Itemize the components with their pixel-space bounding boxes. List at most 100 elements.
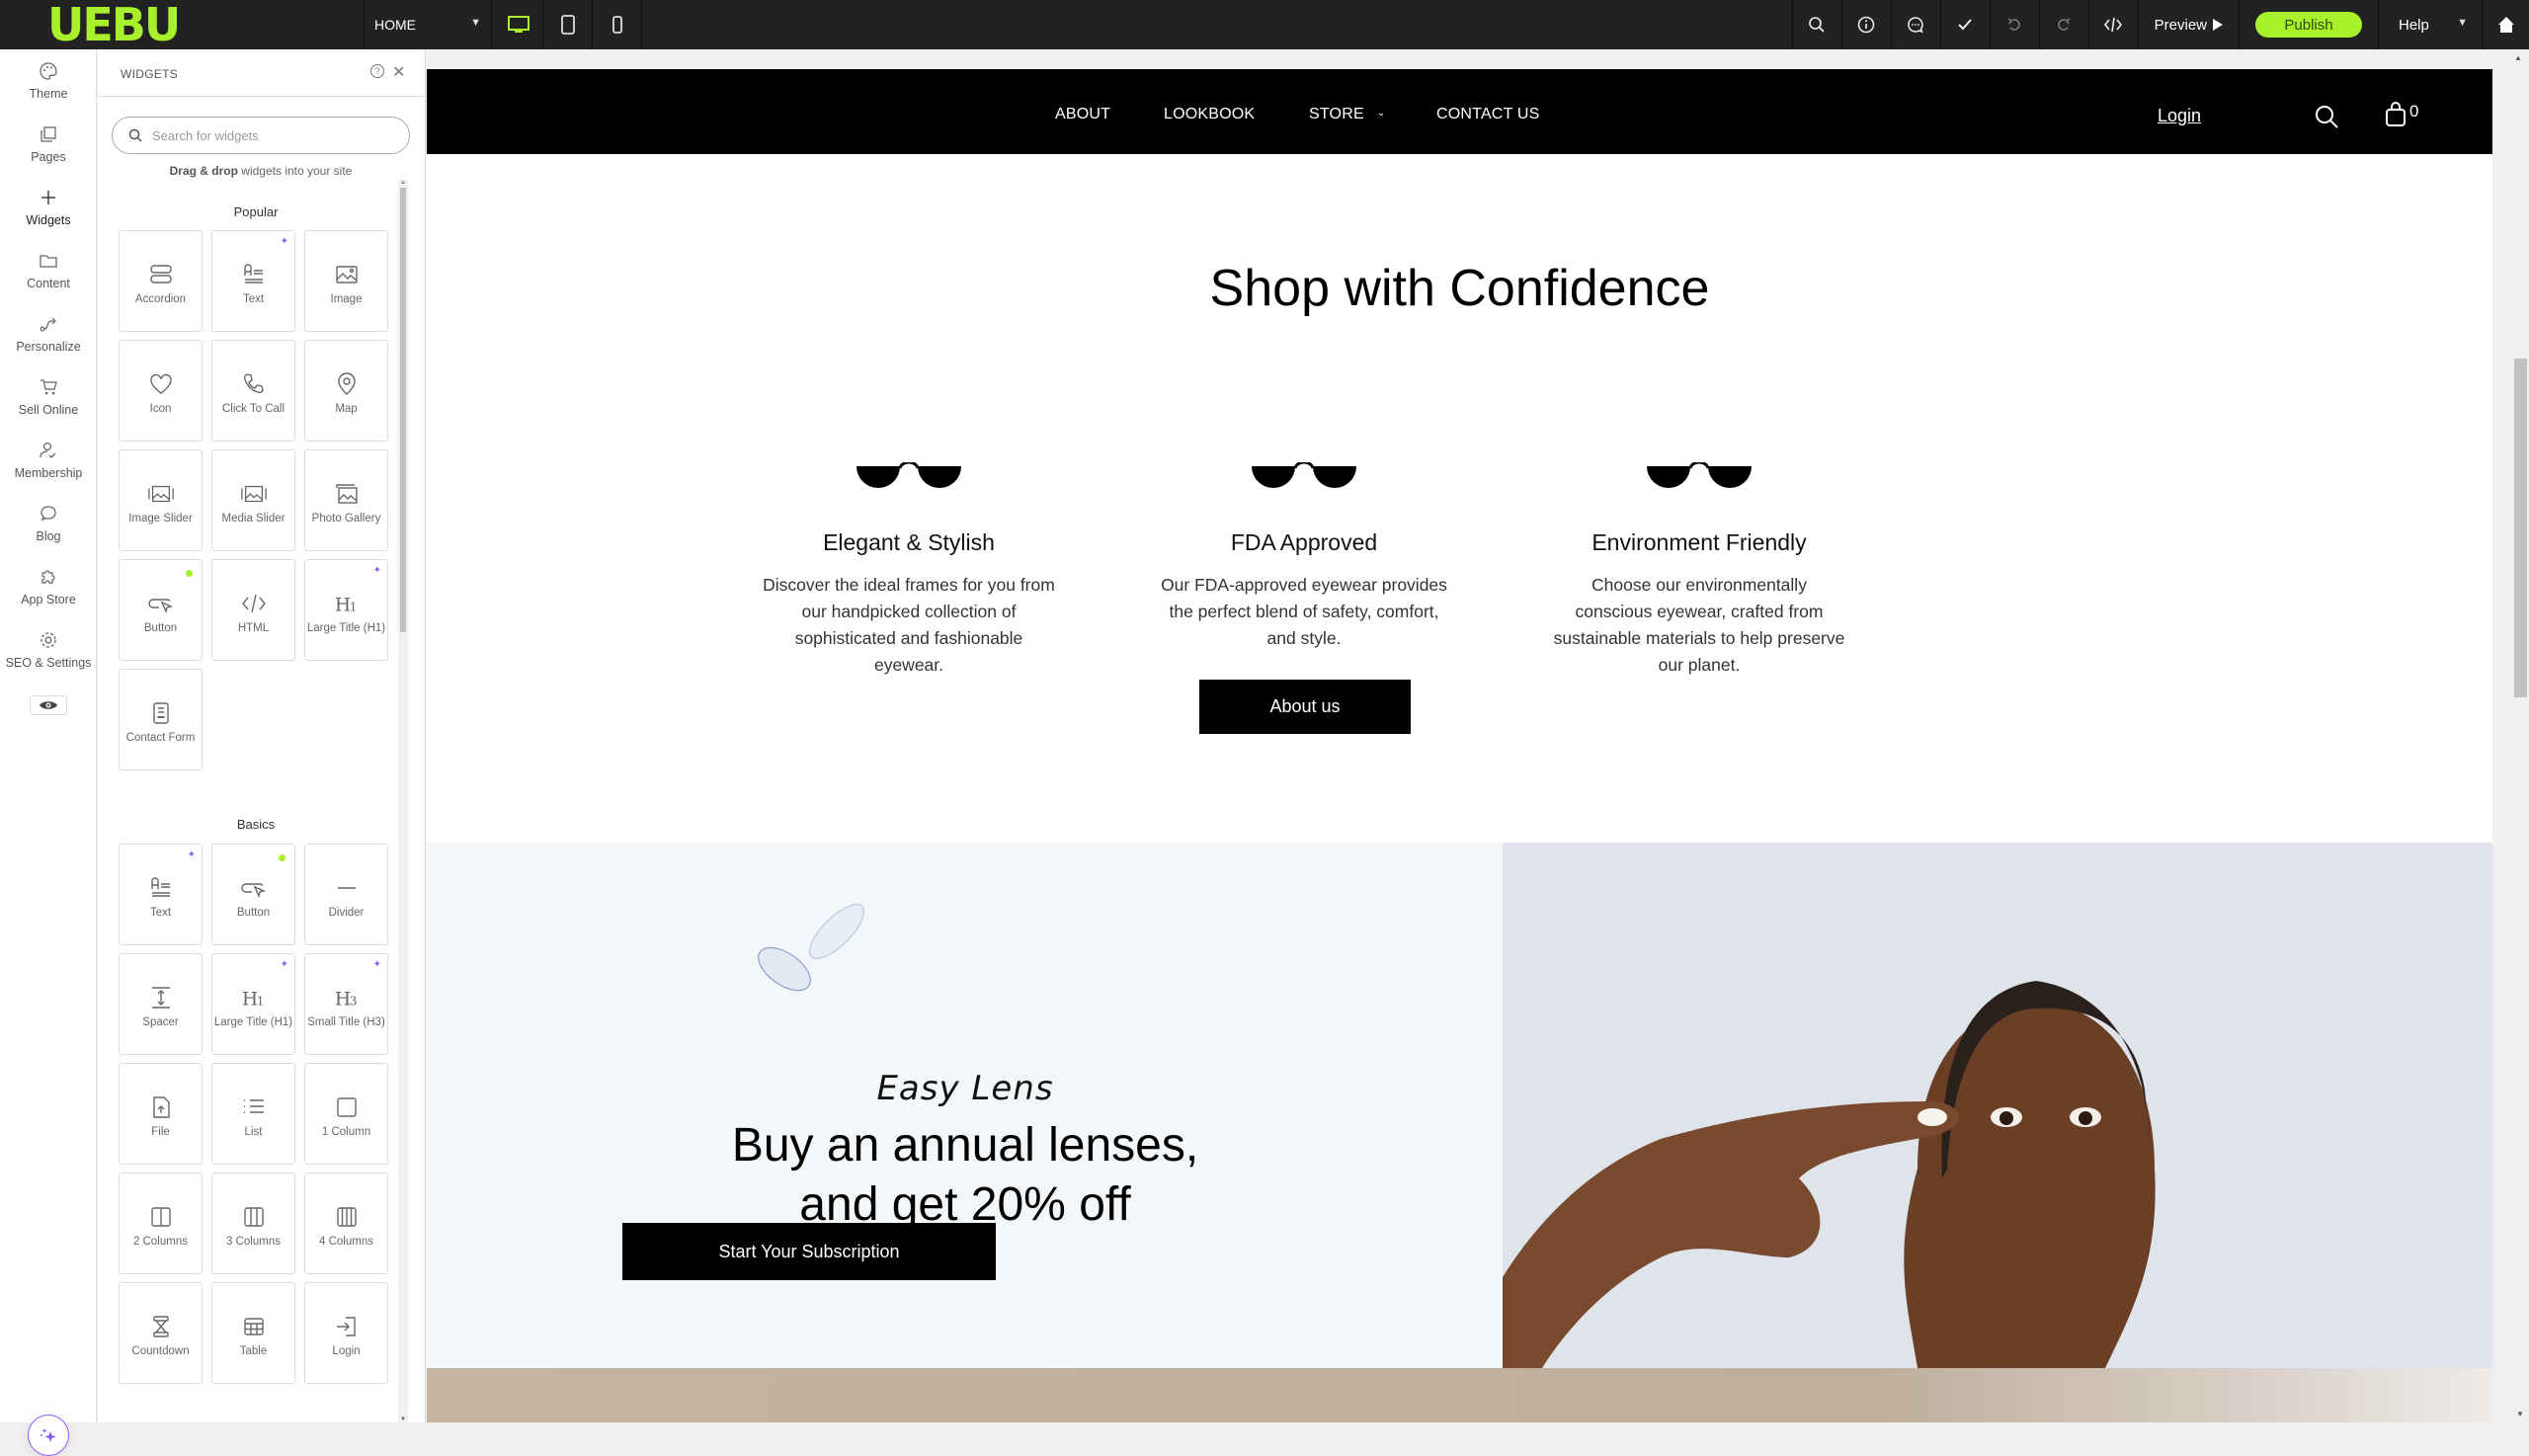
dashboard-home-button[interactable] [2482, 0, 2529, 49]
site-nav-contact[interactable]: CONTACT US [1436, 106, 1540, 123]
widget-tile-login[interactable]: Login [304, 1282, 388, 1384]
page-selector[interactable]: HOME ▼ [364, 0, 492, 49]
comments-button[interactable] [1890, 0, 1940, 49]
widget-tile-photo-gallery[interactable]: Photo Gallery [304, 449, 388, 551]
canvas-scrollbar[interactable]: ▲ ▼ [2492, 49, 2529, 1422]
desktop-view-button[interactable] [494, 0, 543, 49]
widget-label: Countdown [131, 1345, 190, 1357]
widget-tile-table[interactable]: Table [211, 1282, 295, 1384]
widget-tile-countdown[interactable]: Countdown [119, 1282, 203, 1384]
close-icon[interactable]: ✕ [392, 62, 405, 82]
widget-search-input[interactable] [152, 127, 389, 143]
widget-tile-divider[interactable]: Divider [304, 844, 388, 945]
widget-tile-list[interactable]: List [211, 1063, 295, 1165]
site-login-link[interactable]: Login [2158, 106, 2201, 126]
code-button[interactable] [2087, 0, 2138, 49]
widget-label: Table [239, 1345, 268, 1357]
widget-tile-1-column[interactable]: 1 Column [304, 1063, 388, 1165]
widget-tile-media-slider[interactable]: Media Slider [211, 449, 295, 551]
sparkles-icon [41, 1428, 56, 1442]
widget-tile-large-title-h1[interactable]: H 1 Large Title (H1) ✦ [211, 953, 295, 1055]
uebu-logo[interactable]: UEBU [47, 2, 181, 47]
widget-tile-text[interactable]: Text ✦ [119, 844, 203, 945]
hidden-elements-toggle[interactable] [30, 695, 67, 715]
widgets-panel: WIDGETS ? ✕ Drag & drop widgets into you… [98, 49, 426, 1422]
scrollbar-thumb[interactable] [400, 188, 406, 632]
widget-tile-button[interactable]: Button [119, 559, 203, 661]
widget-label: Image [330, 293, 363, 305]
widget-label: Accordion [134, 293, 187, 305]
cart-icon [41, 379, 57, 395]
help-menu[interactable]: Help ▼ [2378, 0, 2482, 49]
widget-label: Icon [149, 403, 172, 415]
site-search-button[interactable] [2314, 104, 2339, 134]
start-subscription-button[interactable]: Start Your Subscription [622, 1223, 996, 1280]
nav-item-blog[interactable]: Blog [0, 504, 97, 543]
nav-item-sell-online[interactable]: Sell Online [0, 377, 97, 417]
widget-tile-3-columns[interactable]: 3 Columns [211, 1173, 295, 1274]
widget-tile-image[interactable]: Image [304, 230, 388, 332]
widgets-scrollbar[interactable]: ▲ ▼ [398, 180, 408, 1422]
sunglasses-icon [1252, 462, 1356, 488]
nav-item-app-store[interactable]: App Store [0, 567, 97, 607]
widget-tile-icon[interactable]: Icon [119, 340, 203, 442]
button-cursor-icon [240, 874, 268, 902]
help-icon[interactable]: ? [370, 64, 384, 78]
feature-title: Elegant & Stylish [823, 529, 995, 555]
widget-tile-spacer[interactable]: Spacer [119, 953, 203, 1055]
device-switcher [494, 0, 642, 49]
site-nav-about[interactable]: ABOUT [1055, 106, 1110, 123]
nav-item-membership[interactable]: Membership [0, 441, 97, 480]
widget-tile-text[interactable]: Text ✦ [211, 230, 295, 332]
publish-button[interactable]: Publish [2255, 12, 2362, 38]
ai-assistant-button[interactable] [28, 1415, 69, 1456]
widget-tile-large-title-h1[interactable]: H 1 Large Title (H1) ✦ [304, 559, 388, 661]
nav-item-pages[interactable]: Pages [0, 124, 97, 164]
redo-button[interactable] [2038, 0, 2088, 49]
widget-tile-accordion[interactable]: Accordion [119, 230, 203, 332]
widget-tile-click-to-call[interactable]: Click To Call [211, 340, 295, 442]
widget-tile-contact-form[interactable]: Contact Form [119, 669, 203, 770]
section-title: Shop with Confidence [1209, 260, 1710, 317]
widget-tile-html[interactable]: HTML [211, 559, 295, 661]
nav-item-personalize[interactable]: Personalize [0, 314, 97, 354]
scroll-down-arrow[interactable]: ▼ [400, 1416, 406, 1422]
toolbar-actions: Preview Publish Help ▼ [1791, 0, 2529, 49]
mobile-view-button[interactable] [593, 0, 642, 49]
photo-gallery-icon [333, 480, 361, 508]
widget-tile-small-title-h3[interactable]: H 3 Small Title (H3) ✦ [304, 953, 388, 1055]
tablet-view-button[interactable] [543, 0, 593, 49]
nav-item-theme[interactable]: Theme [0, 61, 97, 101]
svg-text:3: 3 [349, 994, 357, 1008]
widget-tile-file[interactable]: File [119, 1063, 203, 1165]
widget-tile-2-columns[interactable]: 2 Columns [119, 1173, 203, 1274]
search-button[interactable] [1791, 0, 1841, 49]
widget-tile-map[interactable]: Map [304, 340, 388, 442]
nav-item-seo-settings[interactable]: SEO & Settings [0, 630, 97, 670]
redo-icon [2058, 18, 2071, 31]
one-column-icon [333, 1093, 361, 1121]
scroll-up-arrow[interactable]: ▲ [400, 180, 406, 186]
site-nav-store[interactable]: STORE [1309, 106, 1364, 123]
widget-tile-4-columns[interactable]: 4 Columns [304, 1173, 388, 1274]
media-slider-icon [240, 480, 268, 508]
site-nav-lookbook[interactable]: LOOKBOOK [1164, 106, 1255, 123]
widget-label: Contact Form [125, 732, 196, 744]
about-us-button[interactable]: About us [1199, 680, 1411, 734]
scroll-up-arrow[interactable]: ▲ [2514, 53, 2522, 62]
scrollbar-thumb[interactable] [2514, 359, 2527, 697]
widget-tile-image-slider[interactable]: Image Slider [119, 449, 203, 551]
preview-button[interactable]: Preview [2137, 0, 2239, 49]
undo-button[interactable] [1989, 0, 2039, 49]
widget-tile-button[interactable]: Button [211, 844, 295, 945]
info-button[interactable] [1840, 0, 1891, 49]
scroll-down-arrow[interactable]: ▼ [2516, 1410, 2524, 1418]
new-badge-dot [186, 570, 193, 577]
widget-label: Small Title (H3) [307, 1016, 385, 1028]
checklist-button[interactable] [1939, 0, 1990, 49]
nav-item-content[interactable]: Content [0, 251, 97, 290]
nav-item-widgets[interactable]: Widgets [0, 188, 97, 227]
site-cart-button[interactable]: 0 [2385, 102, 2418, 127]
widget-label: HTML [237, 622, 270, 634]
nav-label: Sell Online [18, 403, 79, 417]
